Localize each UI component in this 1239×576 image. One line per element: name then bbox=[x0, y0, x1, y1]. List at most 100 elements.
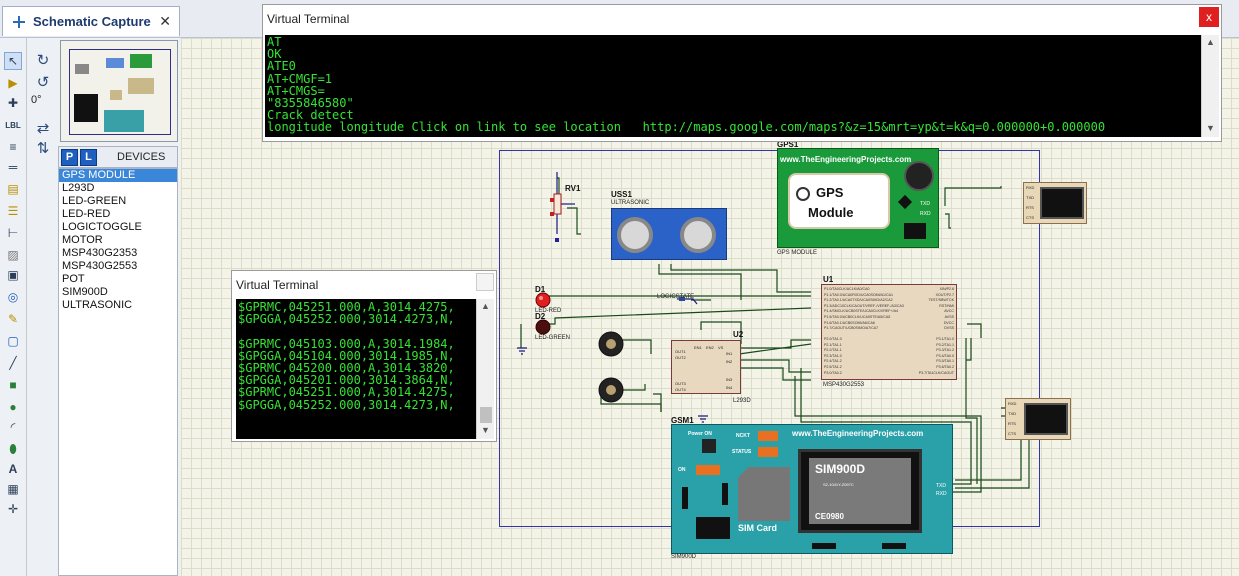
library-button[interactable]: L bbox=[80, 148, 97, 166]
mirror-horizontal-icon[interactable]: ⇄ bbox=[33, 118, 53, 138]
path-icon[interactable]: ⬮ bbox=[4, 440, 22, 458]
scroll-thumb[interactable] bbox=[480, 407, 492, 423]
gsm-site-label: www.TheEngineeringProjects.com bbox=[792, 429, 924, 438]
virtual-terminal-gsm[interactable]: RXD TXD RTS CTS bbox=[1005, 398, 1071, 440]
pick-devices-button[interactable]: P bbox=[61, 148, 78, 166]
vt-line: AT bbox=[267, 35, 282, 49]
wire-label-icon[interactable]: LBL bbox=[4, 116, 22, 134]
device-item[interactable]: MSP430G2553 bbox=[59, 260, 177, 273]
terminal-icon[interactable]: ☰ bbox=[4, 202, 22, 220]
gsm-module[interactable]: www.TheEngineeringProjects.com Power ON … bbox=[671, 424, 953, 554]
graph-icon[interactable]: ▨ bbox=[4, 246, 22, 264]
msp430-mcu[interactable]: P1.0/TA0CLK/ACLK/A0/CA0 P1.1/TA0.0/UCA0RX… bbox=[821, 284, 957, 380]
bus-icon[interactable]: ═ bbox=[4, 158, 22, 176]
subcircuit-icon[interactable]: ▤ bbox=[4, 180, 22, 198]
device-item[interactable]: L293D bbox=[59, 182, 177, 195]
scroll-up-icon[interactable]: ▲ bbox=[477, 301, 494, 311]
u1-left-pins: P1.0/TA0CLK/ACLK/A0/CA0 P1.1/TA0.0/UCA0RX… bbox=[824, 287, 904, 332]
symbol-icon[interactable]: ▦ bbox=[4, 480, 22, 498]
vt-scrollbar[interactable]: ▲ ▼ bbox=[476, 299, 494, 439]
arc-icon[interactable]: ◜ bbox=[4, 418, 22, 436]
vt-line: $GPRMC,045251.000,A,3014.4275, bbox=[238, 385, 455, 400]
gsm-chip-frame: SIM900D S2-1041Y-Z097C CE0980 bbox=[798, 449, 922, 533]
l293d-driver[interactable]: OUT1 OUT2 OUT3 OUT4 IN1 IN2 IN3 IN4 EN1 … bbox=[671, 340, 741, 394]
device-item[interactable]: LED-RED bbox=[59, 208, 177, 221]
overview-block bbox=[106, 58, 124, 68]
tape-recorder-icon[interactable]: ▣ bbox=[4, 266, 22, 284]
device-item[interactable]: LOGICTOGGLE bbox=[59, 221, 177, 234]
box-icon[interactable]: ■ bbox=[4, 376, 22, 394]
scroll-up-icon[interactable]: ▲ bbox=[1202, 37, 1219, 47]
potentiometer-rv1[interactable] bbox=[550, 172, 575, 242]
device-item[interactable]: ULTRASONIC bbox=[59, 299, 177, 312]
u2-ref-label: U2 bbox=[733, 330, 744, 339]
virtual-instrument-icon[interactable]: ▢ bbox=[4, 332, 22, 350]
vt-line: ATE0 bbox=[267, 59, 296, 74]
vt-line: "8355846580" bbox=[267, 95, 354, 110]
vt-line: $GPGGA,045252.000,3014.4273,N, bbox=[238, 397, 455, 412]
device-item[interactable]: SIM900D bbox=[59, 286, 177, 299]
ultrasonic-transducer-right bbox=[680, 217, 716, 253]
circle-icon[interactable]: ● bbox=[4, 398, 22, 416]
vt-scrollbar[interactable]: ▲ ▼ bbox=[1201, 35, 1219, 137]
vt-pin-cts: CTS bbox=[1008, 431, 1016, 436]
terminal-screen bbox=[1040, 187, 1084, 219]
wire bbox=[739, 367, 811, 381]
device-item[interactable]: LED-GREEN bbox=[59, 195, 177, 208]
overview-block bbox=[130, 54, 152, 68]
virtual-terminal-window-gps[interactable]: Virtual Terminal $GPRMC,045251.000,A,301… bbox=[231, 270, 497, 442]
orientation-toolbar: ↻ ↺ ⇄ ⇅ bbox=[28, 38, 58, 576]
select-cursor-icon[interactable]: ↖ bbox=[4, 52, 22, 70]
voltage-probe-icon[interactable]: ✎ bbox=[4, 310, 22, 328]
device-item[interactable]: MSP430G2353 bbox=[59, 247, 177, 260]
device-item[interactable]: GPS MODULE bbox=[59, 169, 177, 182]
u1-pin-label: DVSS bbox=[944, 326, 954, 331]
vt-pin-rts: RTS bbox=[1008, 421, 1016, 426]
component-mode-icon[interactable]: ▶ bbox=[4, 74, 22, 92]
motor-1[interactable] bbox=[598, 331, 624, 357]
wire bbox=[547, 307, 812, 325]
device-item[interactable]: POT bbox=[59, 273, 177, 286]
overview-sheet bbox=[69, 49, 171, 135]
u2-pin: OUT4 bbox=[675, 387, 686, 392]
generator-icon[interactable]: ◎ bbox=[4, 288, 22, 306]
gsm-power-label: Power ON bbox=[688, 431, 712, 437]
u1-pin-label: P3.7/TA1CLK/CAOUT bbox=[918, 370, 954, 375]
virtual-terminal-window-gsm[interactable]: Virtual Terminal x AT OK ATE0 AT+CMGF=1 AT+C… bbox=[262, 4, 1222, 142]
motor-2[interactable] bbox=[598, 377, 624, 403]
led-d2[interactable] bbox=[535, 319, 551, 335]
scroll-down-icon[interactable]: ▼ bbox=[477, 425, 494, 435]
ultrasonic-sensor[interactable] bbox=[611, 208, 727, 260]
vt-titlebar[interactable]: Virtual Terminal bbox=[263, 5, 1221, 33]
gps-title: GPS bbox=[816, 185, 844, 200]
d1-ref-label: D1 bbox=[535, 285, 546, 294]
mirror-vertical-icon[interactable]: ⇅ bbox=[33, 138, 53, 158]
gsm-chip: SIM900D S2-1041Y-Z097C CE0980 bbox=[809, 458, 911, 524]
junction-icon[interactable]: ✚ bbox=[4, 94, 22, 112]
vt-close-button[interactable]: x bbox=[1199, 7, 1219, 27]
text-script-icon[interactable]: ≡ bbox=[4, 138, 22, 156]
device-pin-icon[interactable]: ⊢ bbox=[4, 224, 22, 242]
vt-titlebar[interactable]: Virtual Terminal bbox=[232, 271, 496, 299]
virtual-terminal-gps[interactable]: RXD TXD RTS CTS bbox=[1023, 182, 1087, 224]
marker-icon[interactable]: ✛ bbox=[4, 500, 22, 518]
rotation-field[interactable]: 0° bbox=[31, 94, 42, 106]
line-icon[interactable]: ╱ bbox=[4, 354, 22, 372]
vt-close-button[interactable] bbox=[476, 273, 494, 291]
gsm-power-button[interactable] bbox=[702, 439, 716, 453]
tab-close-icon[interactable]: ✕ bbox=[159, 13, 171, 30]
device-item[interactable]: MOTOR bbox=[59, 234, 177, 247]
ultrasonic-transducer-left bbox=[617, 217, 653, 253]
text-icon[interactable]: A bbox=[4, 460, 22, 478]
wire bbox=[567, 207, 581, 235]
gps-module[interactable]: www.TheEngineeringProjects.com GPS Modul… bbox=[777, 148, 939, 248]
tab-schematic-capture[interactable]: Schematic Capture ✕ bbox=[2, 6, 180, 36]
rotate-clockwise-icon[interactable]: ↻ bbox=[33, 50, 53, 70]
overview-window[interactable] bbox=[60, 40, 178, 142]
tool-palette: ↖ ▶ ✚ LBL ≡ ═ ▤ ☰ ⊢ ▨ ▣ ◎ ✎ ▢ ╱ ■ ● ◜ ⬮ … bbox=[0, 38, 27, 576]
u1-pin-label: P3.0/TA0.2 bbox=[824, 370, 842, 375]
vt-pin-txd: TXD bbox=[1008, 411, 1016, 416]
led-d1[interactable] bbox=[535, 292, 551, 308]
rotate-anticlockwise-icon[interactable]: ↺ bbox=[33, 72, 53, 92]
scroll-down-icon[interactable]: ▼ bbox=[1202, 123, 1219, 133]
